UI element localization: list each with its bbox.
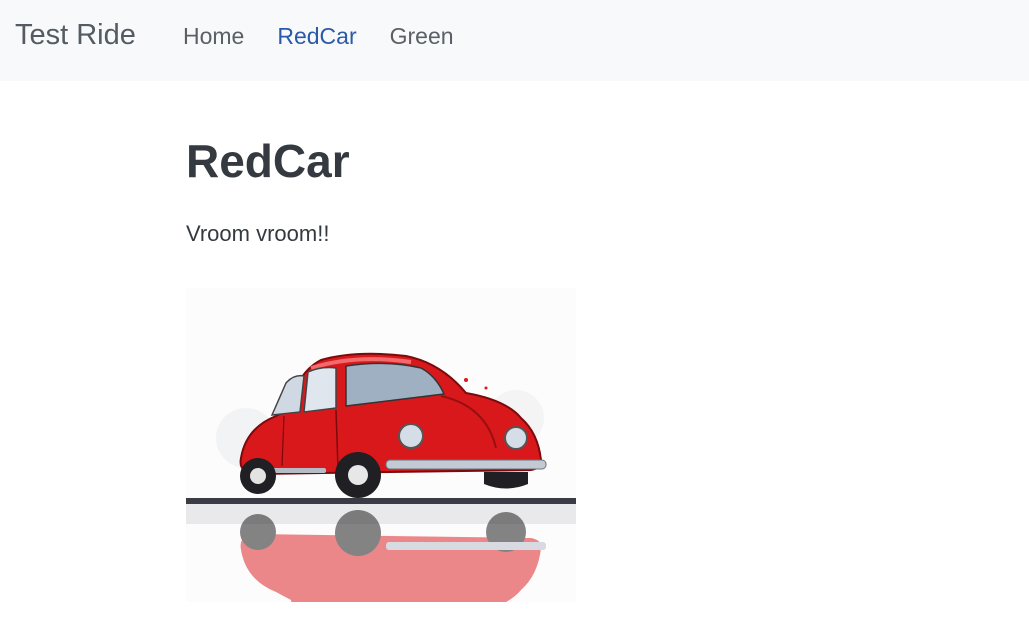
page-description: Vroom vroom!! — [186, 221, 330, 246]
car-image — [186, 288, 576, 602]
main-content: RedCar Vroom vroom!! — [186, 130, 886, 249]
page-title: RedCar — [186, 135, 350, 187]
navbar-brand[interactable]: Test Ride — [15, 16, 136, 54]
nav-link-home[interactable]: Home — [183, 21, 244, 51]
navbar: Test Ride Home RedCar Green — [0, 0, 1029, 81]
nav-link-redcar[interactable]: RedCar — [277, 21, 356, 51]
nav-link-green[interactable]: Green — [390, 21, 454, 51]
nav-links: Home RedCar Green — [183, 21, 487, 51]
red-car-illustration — [186, 352, 576, 602]
